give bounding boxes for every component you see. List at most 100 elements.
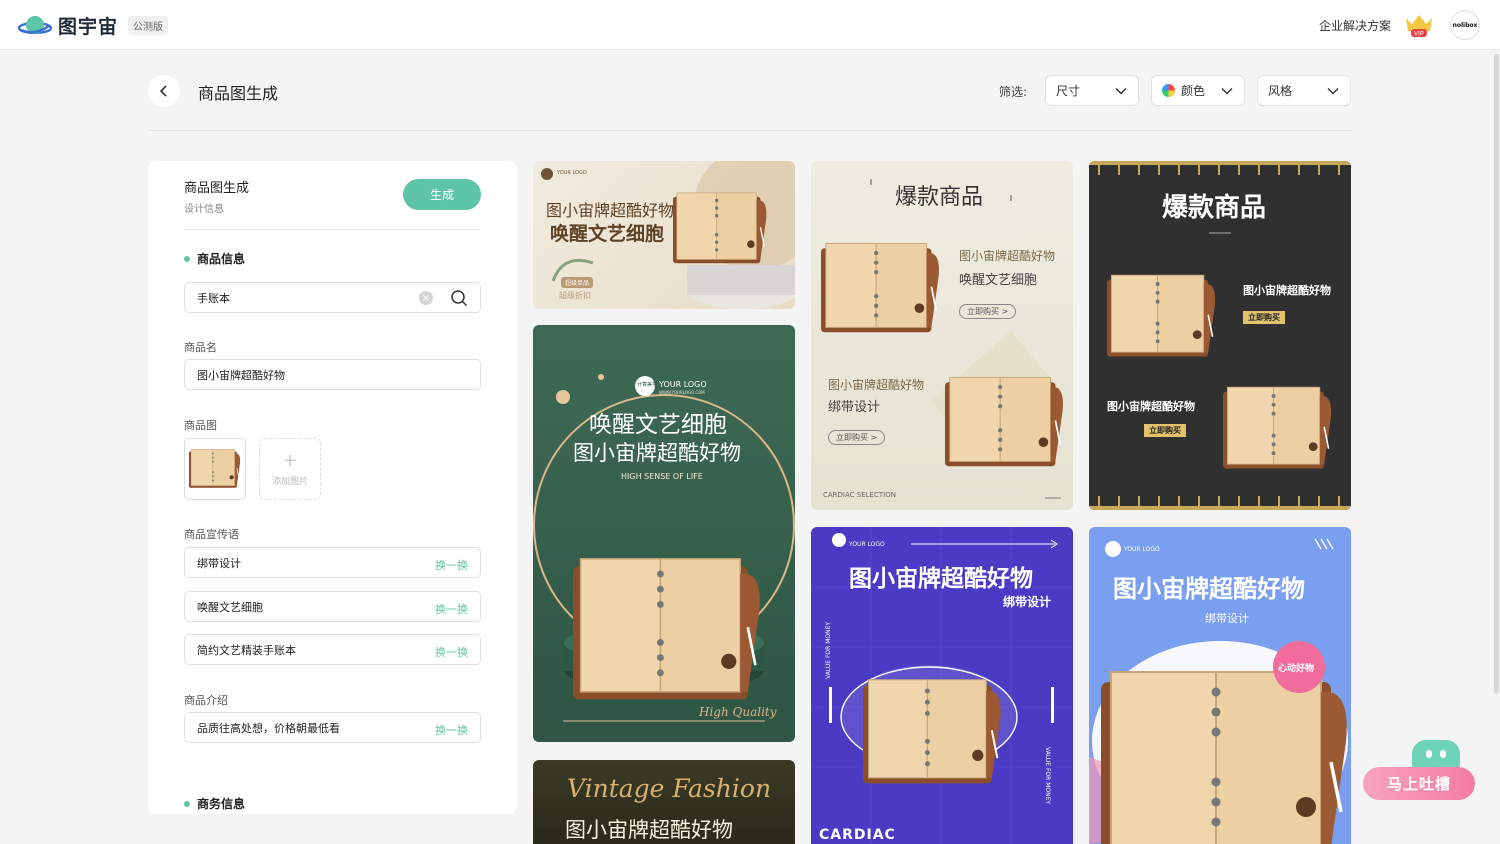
card-subtitle: 绑带设计 bbox=[1205, 612, 1249, 625]
product-name-label: 商品名 bbox=[184, 341, 217, 354]
card-side-text: VALUE FOR MONEY bbox=[825, 621, 832, 679]
card-logo: YOUR LOGO bbox=[659, 380, 707, 389]
intro-input[interactable]: 品质往高处想，价格朝最低看 换一换 bbox=[184, 712, 481, 743]
template-card-2[interactable]: 计算美学 YOUR LOGO WWW.YOURLOGO.COM 唤醒文艺细胞 图… bbox=[533, 325, 795, 742]
style-filter[interactable]: 风格 bbox=[1257, 75, 1351, 106]
slogan-input-2[interactable]: 唤醒文艺细胞 换一换 bbox=[184, 591, 481, 622]
swap-button[interactable]: 换一换 bbox=[435, 601, 468, 617]
buy-now-button[interactable]: 立即购买 bbox=[1243, 311, 1285, 324]
template-card-5[interactable]: YOUR LOGO 图小宙牌超酷好物 绑带设计 VALUE FOR MONEY … bbox=[811, 527, 1073, 844]
slogan-value: 绑带设计 bbox=[197, 556, 241, 570]
add-image-button[interactable]: + 添加图片 bbox=[259, 438, 321, 500]
card-subtitle: 绑带设计 bbox=[1003, 595, 1052, 609]
card-tag: 超级折扣 bbox=[559, 291, 591, 300]
card-logo: YOUR LOGO bbox=[849, 541, 885, 548]
swap-button[interactable]: 换一换 bbox=[435, 557, 468, 573]
size-filter[interactable]: 尺寸 bbox=[1045, 75, 1139, 106]
size-filter-label: 尺寸 bbox=[1056, 84, 1081, 98]
mascot-eye bbox=[1440, 750, 1446, 758]
slogan-input-1[interactable]: 绑带设计 换一换 bbox=[184, 547, 481, 578]
card-title: 爆款商品 bbox=[1162, 193, 1267, 223]
business-info-label: 商务信息 bbox=[197, 797, 246, 811]
intro-label: 商品介绍 bbox=[184, 694, 228, 707]
template-card-6[interactable]: 爆款商品 图小宙牌超酷好物 立即购买 图小宙牌超酷好物 立即购买 bbox=[1089, 161, 1351, 510]
buy-now-button[interactable]: 立即购买 bbox=[1144, 424, 1186, 437]
style-filter-label: 风格 bbox=[1268, 84, 1293, 98]
plus-icon: + bbox=[282, 449, 298, 471]
buy-now-button[interactable]: 立即购买 > bbox=[828, 430, 886, 445]
clear-icon[interactable]: × bbox=[419, 291, 433, 305]
card-logo: YOUR LOGO bbox=[557, 170, 587, 176]
vip-crown-icon[interactable]: VIP bbox=[1403, 12, 1435, 38]
add-image-label: 添加图片 bbox=[271, 476, 308, 487]
color-wheel-icon bbox=[1162, 84, 1175, 97]
card-logo-url: WWW.YOURLOGO.COM bbox=[659, 390, 705, 395]
template-card-3[interactable]: Vintage Fashion 图小宙牌超酷好物 bbox=[533, 760, 795, 844]
product-image-thumbnail[interactable] bbox=[184, 438, 246, 500]
color-filter-label: 颜色 bbox=[1181, 84, 1206, 98]
notebook-image bbox=[189, 448, 241, 489]
search-value: 手账本 bbox=[197, 291, 230, 305]
chevron-down-icon bbox=[1327, 87, 1339, 95]
card-logo: YOUR LOGO bbox=[1124, 546, 1160, 553]
brand[interactable]: 图宇宙 公测版 bbox=[17, 12, 169, 39]
feedback-widget[interactable]: 马上吐槽 bbox=[1363, 740, 1475, 800]
card-headline: 唤醒文艺细胞 bbox=[550, 223, 665, 245]
chevron-down-icon bbox=[1115, 87, 1127, 95]
back-button[interactable] bbox=[148, 75, 180, 107]
brand-name: 图宇宙 bbox=[58, 16, 119, 38]
scrollbar-thumb[interactable] bbox=[1494, 54, 1499, 694]
mascot-icon bbox=[1412, 740, 1460, 770]
feedback-button[interactable]: 马上吐槽 bbox=[1363, 767, 1475, 800]
card-subtitle: 唤醒文艺细胞 bbox=[959, 273, 1038, 288]
chevron-down-icon bbox=[1221, 87, 1233, 95]
card-seal: 计算美学 bbox=[637, 382, 658, 388]
swap-button[interactable]: 换一换 bbox=[435, 722, 468, 738]
panel-divider bbox=[184, 229, 481, 230]
panel-title: 商品图生成 bbox=[184, 181, 250, 196]
card-headline: 图小宙牌超酷好物 bbox=[565, 818, 733, 842]
vip-label: VIP bbox=[1414, 32, 1424, 38]
card-bottom-text: CARDIAC bbox=[819, 827, 896, 843]
template-card-1[interactable]: YOUR LOGO 图小宙牌超酷好物 唤醒文艺细胞 超级单品 超级折扣 bbox=[533, 161, 795, 309]
swap-button[interactable]: 换一换 bbox=[435, 644, 468, 660]
filter-label: 筛选: bbox=[999, 85, 1028, 99]
page-title: 商品图生成 bbox=[198, 84, 279, 103]
product-image-label: 商品图 bbox=[184, 419, 217, 432]
business-info-heading: 商务信息 bbox=[184, 795, 245, 812]
card-tagline: HIGH SENSE OF LIFE bbox=[621, 472, 703, 481]
card-footer: CARDIAC SELECTION bbox=[823, 491, 896, 499]
slogan-input-3[interactable]: 简约文艺精装手账本 换一换 bbox=[184, 634, 481, 665]
slogan-label: 商品宣传语 bbox=[184, 528, 239, 541]
card-badge: 超级单品 bbox=[561, 277, 594, 288]
card-brand: 图小宙牌超酷好物 bbox=[1107, 400, 1195, 413]
card-side-text: VALUE FOR MONEY bbox=[1044, 747, 1051, 805]
product-name-value: 图小宙牌超酷好物 bbox=[197, 368, 285, 382]
mascot-eye bbox=[1426, 750, 1432, 758]
card-headline: 唤醒文艺细胞 bbox=[589, 412, 727, 438]
product-search-input[interactable]: 手账本 × bbox=[184, 282, 481, 313]
scrollbar[interactable] bbox=[1492, 50, 1500, 844]
card-title: 爆款商品 bbox=[895, 185, 984, 210]
avatar[interactable]: nolibox bbox=[1450, 10, 1480, 40]
bullet-dot-icon bbox=[184, 800, 190, 807]
product-info-label: 商品信息 bbox=[197, 252, 246, 266]
card-title: 图小宙牌超酷好物 bbox=[1113, 575, 1305, 603]
top-bar: 图宇宙 公测版 企业解决方案 VIP nolibox bbox=[0, 0, 1500, 50]
card-title: 图小宙牌超酷好物 bbox=[849, 566, 1033, 592]
card-headline: 图小宙牌超酷好物 bbox=[546, 201, 675, 220]
search-icon[interactable] bbox=[450, 289, 468, 307]
buy-now-button[interactable]: 立即购买 > bbox=[959, 304, 1017, 319]
card-brand: 图小宙牌超酷好物 bbox=[959, 249, 1056, 263]
enterprise-solutions-link[interactable]: 企业解决方案 bbox=[1319, 17, 1391, 34]
card-headline: 图小宙牌超酷好物 bbox=[573, 441, 741, 465]
generate-button[interactable]: 生成 bbox=[403, 179, 481, 210]
card-brand: 图小宙牌超酷好物 bbox=[1243, 284, 1331, 297]
card-background bbox=[820, 179, 1064, 499]
template-card-7[interactable]: YOUR LOGO 图小宙牌超酷好物 绑带设计 心动好物 bbox=[1089, 527, 1351, 844]
intro-value: 品质往高处想，价格朝最低看 bbox=[197, 721, 340, 735]
color-filter[interactable]: 颜色 bbox=[1151, 75, 1245, 106]
card-signature: High Quality bbox=[699, 705, 777, 719]
template-card-4[interactable]: 爆款商品 图小宙牌超酷好物 唤醒文艺细胞 立即购买 > 图小宙牌超酷好物 绑带设… bbox=[811, 161, 1073, 510]
product-name-input[interactable]: 图小宙牌超酷好物 bbox=[184, 359, 481, 390]
